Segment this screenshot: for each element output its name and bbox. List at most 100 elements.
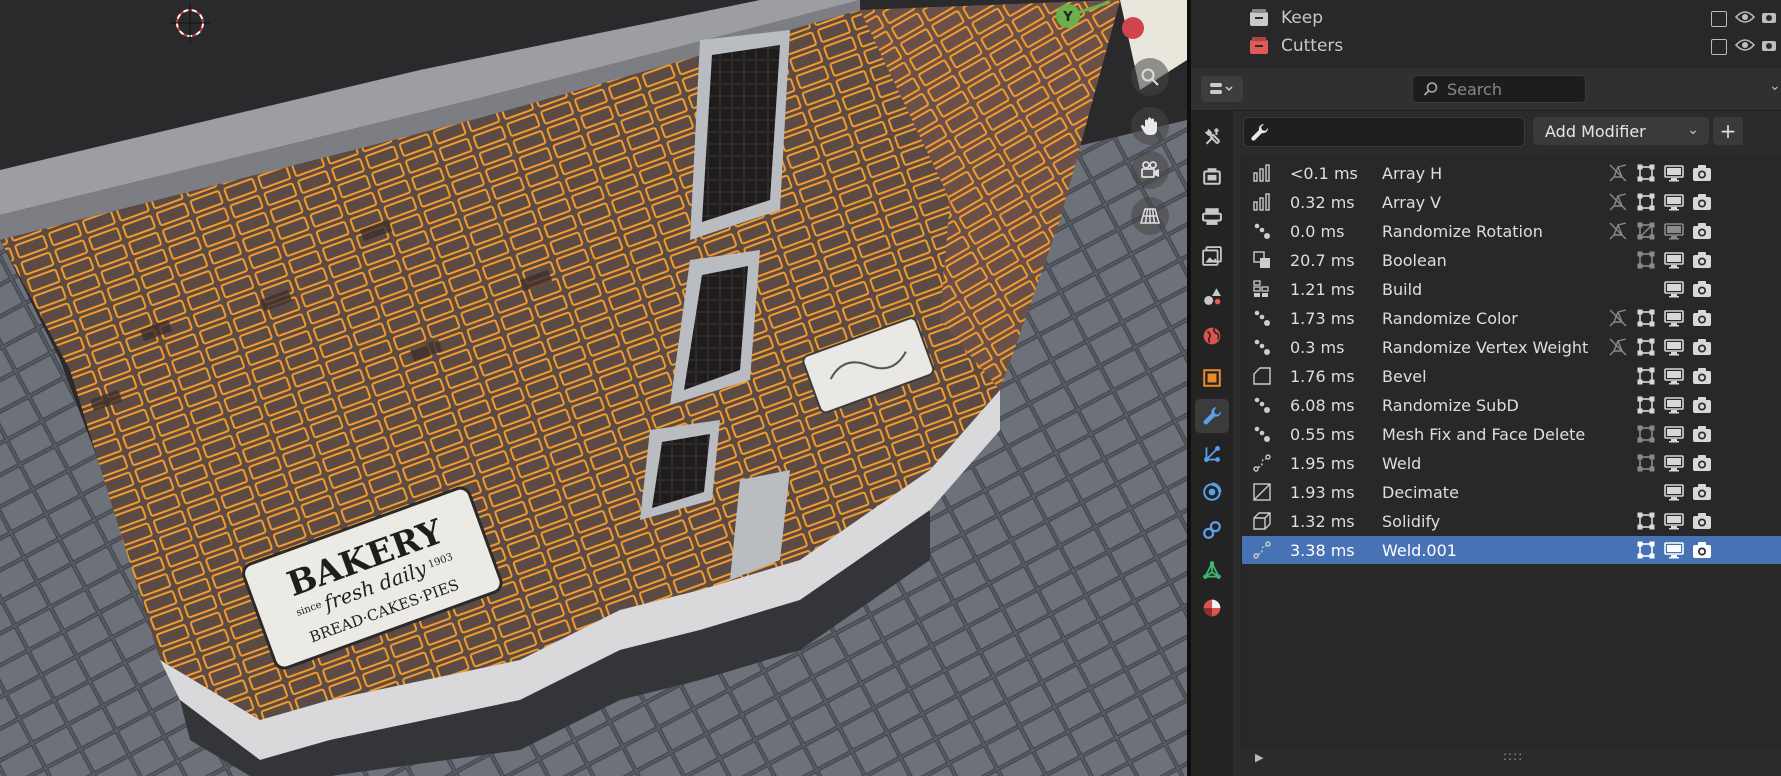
realtime-toggle-icon[interactable] [1664,163,1684,183]
exclude-checkbox[interactable] [1711,11,1727,27]
editmode-toggle-icon[interactable] [1608,337,1628,357]
realtime-toggle-icon[interactable] [1664,192,1684,212]
render-toggle-icon[interactable] [1692,424,1712,444]
realtime-toggle-icon[interactable] [1664,337,1684,357]
cage-toggle-icon[interactable] [1636,337,1656,357]
modifier-row[interactable]: 1.93 ms Decimate [1242,478,1781,506]
realtime-toggle-icon[interactable] [1664,308,1684,328]
modifier-row[interactable]: 0.3 ms Randomize Vertex Weight [1242,333,1781,361]
modifier-row[interactable]: 1.95 ms Weld [1242,449,1781,477]
modifier-name[interactable]: Randomize SubD [1382,396,1519,415]
render-toggle-icon[interactable] [1692,279,1712,299]
editor-type-dropdown[interactable] [1201,76,1243,102]
render-toggle-icon[interactable] [1692,395,1712,415]
render-toggle-icon[interactable] [1692,192,1712,212]
realtime-toggle-icon[interactable] [1664,366,1684,386]
modifier-row[interactable]: 3.38 ms Weld.001 [1242,536,1781,564]
editmode-toggle-icon[interactable] [1608,308,1628,328]
realtime-toggle-icon[interactable] [1664,250,1684,270]
realtime-toggle-icon[interactable] [1664,511,1684,531]
tab-render[interactable] [1195,159,1229,193]
camera-view-button[interactable] [1131,151,1169,189]
modifier-row[interactable]: 1.73 ms Randomize Color [1242,304,1781,332]
modifier-name[interactable]: Decimate [1382,483,1459,502]
perspective-toggle-button[interactable] [1131,197,1169,235]
modifier-name[interactable]: Randomize Vertex Weight [1382,338,1588,357]
pan-nav-button[interactable] [1131,107,1169,145]
render-toggle-icon[interactable] [1692,250,1712,270]
tab-scene[interactable] [1195,279,1229,313]
cage-toggle-icon[interactable] [1636,163,1656,183]
tab-constraints[interactable] [1195,513,1229,547]
cage-toggle-icon[interactable] [1636,192,1656,212]
modifier-name[interactable]: Build [1382,280,1422,299]
editmode-toggle-icon[interactable] [1608,221,1628,241]
modifier-name[interactable]: Boolean [1382,251,1447,270]
modifier-name[interactable]: Randomize Rotation [1382,222,1543,241]
tab-material[interactable] [1195,591,1229,625]
cage-toggle-icon[interactable] [1636,395,1656,415]
modifier-name[interactable]: Bevel [1382,367,1427,386]
camera-render-icon[interactable] [1761,37,1777,53]
cage-toggle-icon[interactable] [1636,250,1656,270]
modifier-row[interactable]: 20.7 ms Boolean [1242,246,1781,274]
render-toggle-icon[interactable] [1692,163,1712,183]
realtime-toggle-icon[interactable] [1664,482,1684,502]
tab-tool[interactable] [1195,119,1229,153]
modifier-row[interactable]: <0.1 ms Array H [1242,159,1781,187]
cage-toggle-icon[interactable] [1636,511,1656,531]
modifier-name[interactable]: Weld [1382,454,1421,473]
tab-output[interactable] [1195,199,1229,233]
tab-particles[interactable] [1195,437,1229,471]
modifier-name[interactable]: Weld.001 [1382,541,1457,560]
modifier-row[interactable]: 1.32 ms Solidify [1242,507,1781,535]
cage-toggle-icon[interactable] [1636,308,1656,328]
modifier-row[interactable]: 1.76 ms Bevel [1242,362,1781,390]
modifier-row[interactable]: 0.55 ms Mesh Fix and Face Delete [1242,420,1781,448]
eye-icon[interactable] [1735,38,1755,52]
modifier-list[interactable]: <0.1 ms Array H 0.32 ms Array V 0.0 ms Random… [1241,157,1781,747]
render-toggle-icon[interactable] [1692,221,1712,241]
cage-toggle-icon[interactable] [1636,453,1656,473]
chevron-down-icon[interactable]: ⌄ [1769,78,1781,94]
modifier-row[interactable]: 6.08 ms Randomize SubD [1242,391,1781,419]
modifier-row[interactable]: 0.0 ms Randomize Rotation [1242,217,1781,245]
realtime-toggle-icon[interactable] [1664,221,1684,241]
modifier-row[interactable]: 0.32 ms Array V [1242,188,1781,216]
realtime-toggle-icon[interactable] [1664,453,1684,473]
cage-toggle-icon[interactable] [1636,540,1656,560]
modifier-filter-input[interactable] [1243,117,1525,147]
modifier-name[interactable]: Array H [1382,164,1442,183]
render-toggle-icon[interactable] [1692,482,1712,502]
camera-render-icon[interactable] [1761,9,1777,25]
eye-icon[interactable] [1735,10,1755,24]
tab-world[interactable] [1195,319,1229,353]
render-toggle-icon[interactable] [1692,453,1712,473]
editmode-toggle-icon[interactable] [1608,163,1628,183]
realtime-toggle-icon[interactable] [1664,540,1684,560]
tab-view-layer[interactable] [1195,239,1229,273]
tab-physics[interactable] [1195,475,1229,509]
properties-search-input[interactable]: Search [1412,75,1586,103]
zoom-nav-button[interactable] [1131,58,1169,96]
realtime-toggle-icon[interactable] [1664,395,1684,415]
realtime-toggle-icon[interactable] [1664,424,1684,444]
editmode-toggle-icon[interactable] [1608,192,1628,212]
render-toggle-icon[interactable] [1692,337,1712,357]
tab-modifier[interactable] [1195,399,1229,433]
outliner-item-cutters[interactable]: Cutters [1249,33,1343,59]
modifier-name[interactable]: Solidify [1382,512,1440,531]
modifier-name[interactable]: Array V [1382,193,1441,212]
render-toggle-icon[interactable] [1692,511,1712,531]
outliner-item-keep[interactable]: Keep [1249,5,1323,31]
cage-toggle-icon[interactable] [1636,221,1656,241]
modifier-name[interactable]: Mesh Fix and Face Delete [1382,425,1585,444]
modifier-name[interactable]: Randomize Color [1382,309,1518,328]
3d-viewport[interactable]: BAKERY since 1903 fresh daily BREAD·CAKE… [0,0,1187,776]
tab-data[interactable] [1195,553,1229,587]
exclude-checkbox[interactable] [1711,39,1727,55]
modifier-row[interactable]: 1.21 ms Build [1242,275,1781,303]
add-plus-button[interactable]: + [1713,117,1743,145]
play-triangle-icon[interactable]: ▶ [1255,751,1263,764]
render-toggle-icon[interactable] [1692,540,1712,560]
